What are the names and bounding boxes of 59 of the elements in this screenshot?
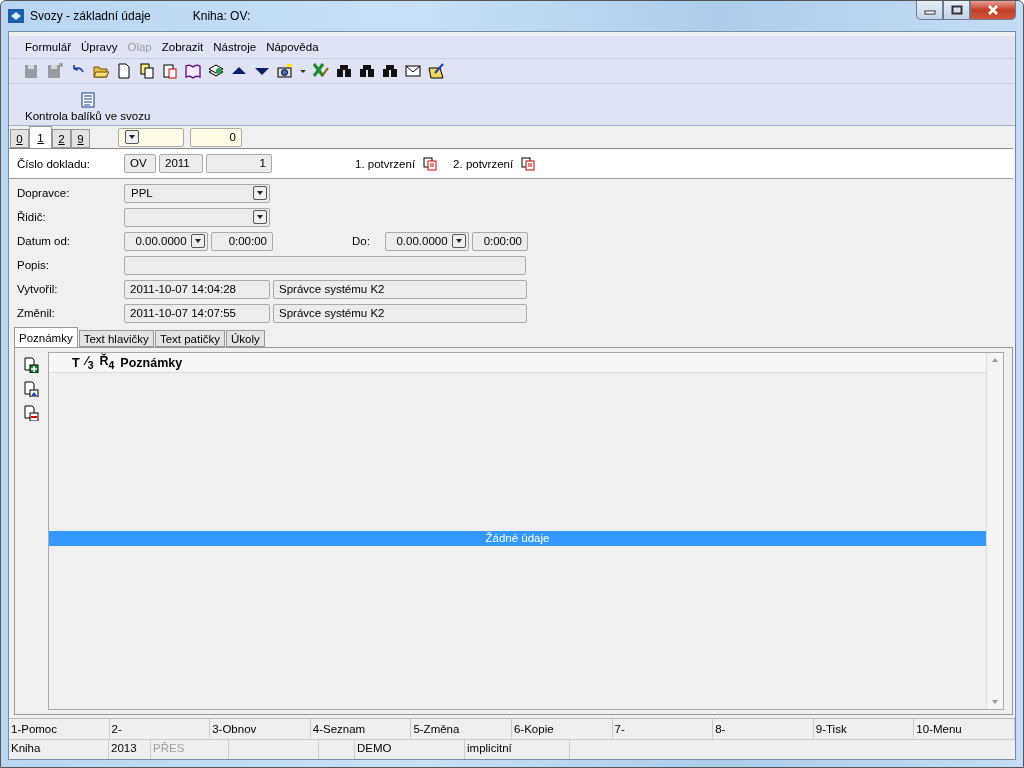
empty-message: Žádné údaje	[49, 530, 986, 546]
field-label: Změnil:	[17, 307, 56, 319]
function-key-button[interactable]: 3-Obnov	[210, 719, 311, 739]
confirmation-label: 2. potvrzení	[453, 157, 514, 170]
detail-tab[interactable]: Text hlavičky	[78, 330, 154, 347]
field-label: Dopravce:	[17, 187, 71, 199]
status-cell: PŘES	[151, 740, 229, 759]
column-header[interactable]: Ř$_{4}$	[96, 354, 118, 371]
timestamp-field: 2011-10-07 14:04:28	[124, 279, 270, 299]
timestamp-field: 2011-10-07 14:07:55	[124, 303, 270, 323]
field-label: Popis:	[17, 259, 50, 271]
time-field[interactable]: 0:00:00	[211, 231, 273, 251]
detail-tab[interactable]: Text patičky	[154, 330, 225, 347]
function-key-button[interactable]: 8-	[713, 719, 814, 739]
status-cell: 2013	[109, 740, 151, 759]
menu-item[interactable]: Nástroje	[213, 41, 257, 53]
field-label: Vytvořil:	[17, 283, 59, 295]
book-field: OV	[124, 154, 156, 173]
date-field[interactable]: 0.00.0000	[124, 231, 208, 251]
function-key-button[interactable]: 10-Menu	[914, 719, 1015, 739]
window-subtitle: Kniha: OV:	[192, 9, 251, 23]
function-key-button[interactable]: 4-Seznam	[310, 719, 412, 739]
date-field[interactable]: 0.00.0000	[385, 231, 469, 251]
field-label: Do:	[352, 235, 371, 247]
menu-item[interactable]: Úpravy	[81, 41, 118, 53]
detail-tab[interactable]: Poznámky	[14, 327, 78, 347]
column-header[interactable]: T	[69, 355, 83, 370]
column-header[interactable]: ⁄$_{3}$	[82, 354, 97, 371]
year-field: 2011	[159, 154, 203, 173]
time-field[interactable]: 0:00:00	[472, 231, 528, 251]
status-cell: implicitní	[465, 740, 570, 759]
status-cell: Kniha	[9, 740, 109, 759]
field-label: Datum od:	[17, 235, 72, 247]
number-field: 1	[206, 154, 272, 173]
field-label: Řidič:	[17, 211, 47, 223]
page-tab[interactable]: 9	[71, 129, 90, 148]
detail-tab[interactable]: Úkoly	[225, 330, 265, 347]
carrier-dropdown[interactable]: PPL	[124, 183, 270, 203]
user-field: Správce systému K2	[273, 303, 527, 323]
function-key-button[interactable]: 7-	[612, 719, 714, 739]
check-parcels-button[interactable]: Kontrola balíků ve svozu	[23, 92, 153, 122]
page-tab[interactable]: 0	[10, 129, 29, 148]
confirmation-label: 1. potvrzení	[355, 157, 416, 170]
column-header[interactable]: Poznámky	[117, 355, 186, 370]
field-label: Číslo dokladu:	[17, 157, 91, 170]
menu-item[interactable]: Formulář	[25, 41, 71, 53]
menu-item[interactable]: Zobrazit	[161, 41, 204, 53]
function-key-button[interactable]: 9-Tisk	[813, 719, 915, 739]
window-title: Svozy - základní údaje	[30, 9, 151, 23]
function-key-button[interactable]: 5-Změna	[411, 719, 512, 739]
filter-count-field[interactable]: 0	[190, 127, 242, 147]
function-key-button[interactable]: 2-	[109, 719, 211, 739]
function-key-button[interactable]: 1-Pomoc	[9, 719, 110, 739]
user-field: Správce systému K2	[273, 279, 527, 299]
function-key-button[interactable]: 6-Kopie	[511, 719, 613, 739]
page-tab[interactable]: 2	[52, 129, 71, 148]
page-tab[interactable]: 1	[29, 126, 52, 148]
status-cell: DEMO	[355, 740, 465, 759]
menu-item[interactable]: Nápověda	[266, 41, 319, 53]
